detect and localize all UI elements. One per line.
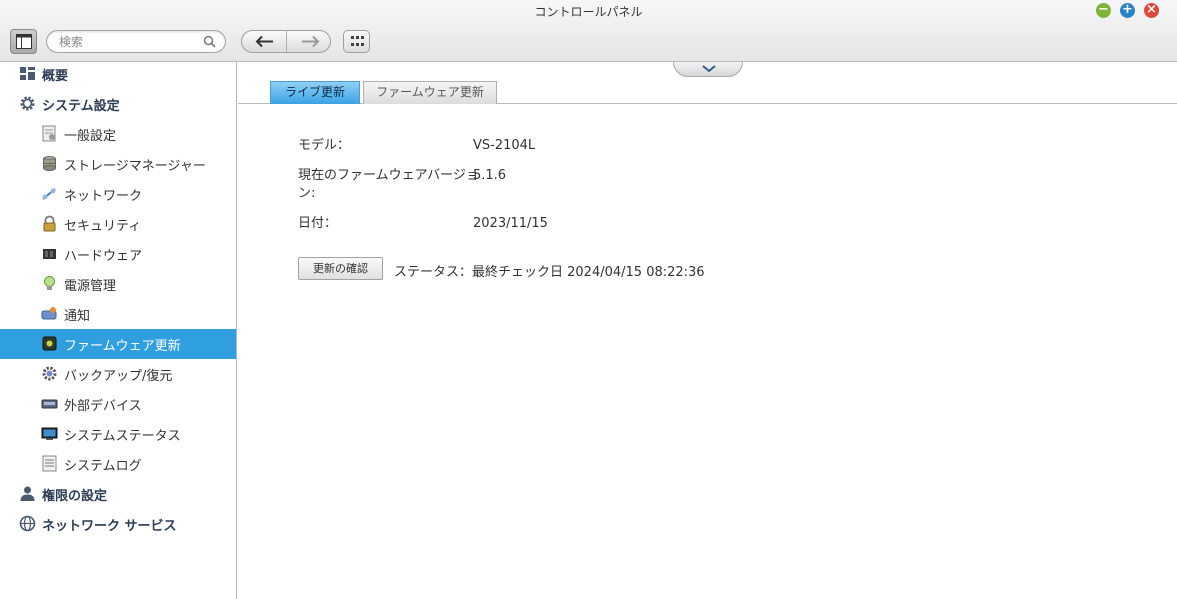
check-update-button[interactable]: 更新の確認 [298, 257, 383, 280]
sidebar-item-power-management[interactable]: 電源管理 [0, 269, 236, 299]
sidebar-item-network-services[interactable]: ネットワーク サービス [0, 509, 236, 539]
arrow-left-icon [255, 35, 273, 48]
close-icon: × [1146, 2, 1157, 17]
hardware-icon [43, 249, 56, 259]
model-value: VS-2104L [473, 138, 536, 153]
search-box [46, 30, 226, 53]
firmware-version-label-line1: 現在のファームウェアバージョ [298, 168, 479, 183]
search-input[interactable] [59, 34, 199, 50]
sidebar-item-firmware-update[interactable]: ファームウェア更新 [0, 329, 236, 359]
monitor-icon [41, 427, 58, 440]
sidebar-item-system-log[interactable]: システムログ [0, 449, 236, 479]
minimize-button[interactable]: − [1096, 3, 1111, 18]
tab-live-update[interactable]: ライブ更新 [270, 81, 360, 104]
forward-button[interactable] [287, 31, 330, 52]
network-icon [42, 188, 56, 200]
title-bar: コントロールパネル − + × [0, 0, 1177, 62]
sidebar-item-notification[interactable]: 通知 [0, 299, 236, 329]
sidebar-item-label: ネットワーク [64, 189, 143, 204]
lock-icon [43, 215, 56, 232]
sidebar-item-system-settings[interactable]: システム設定 [0, 89, 236, 119]
sidebar-item-label: 外部デバイス [64, 399, 142, 414]
globe-icon [19, 515, 36, 532]
collapse-toolbar-button[interactable] [673, 62, 743, 77]
firmware-version-value: 5.1.6 [473, 168, 507, 183]
sidebar-toggle-button[interactable] [10, 29, 37, 54]
tab-firmware-update[interactable]: ファームウェア更新 [363, 81, 497, 104]
chevron-down-icon [702, 65, 716, 73]
overview-grid-icon [20, 67, 35, 80]
sidebar-item-label: 権限の設定 [42, 489, 108, 504]
lightbulb-icon [44, 276, 55, 290]
search-icon[interactable] [203, 35, 216, 48]
notification-icon [41, 307, 57, 320]
close-button[interactable]: × [1144, 3, 1159, 18]
minus-icon: − [1098, 2, 1109, 17]
sidebar-item-label: ストレージマネージャー [64, 159, 206, 174]
backup-restore-icon [42, 366, 57, 381]
plus-icon: + [1122, 2, 1133, 17]
sidebar-item-label: システム設定 [42, 99, 120, 114]
sidebar-item-label: 概要 [42, 69, 69, 84]
arrow-right-icon [302, 35, 320, 48]
tab-bar: ライブ更新 ファームウェア更新 [238, 80, 1177, 104]
maximize-button[interactable]: + [1120, 3, 1135, 18]
sidebar-item-label: ファームウェア更新 [64, 339, 181, 354]
sidebar-item-system-status[interactable]: システムステータス [0, 419, 236, 449]
back-button[interactable] [242, 31, 287, 52]
main-panel: ライブ更新 ファームウェア更新 モデル： VS-2104L 現在のファームウェア… [238, 62, 1177, 599]
sidebar-item-label: システムログ [64, 459, 142, 474]
firmware-chip-icon [42, 336, 57, 351]
grid-dots-icon [351, 36, 364, 46]
sidebar-item-label: 通知 [64, 309, 91, 324]
storage-disks-icon [43, 156, 56, 171]
sidebar-item-external-device[interactable]: 外部デバイス [0, 389, 236, 419]
window-title: コントロールパネル [534, 5, 643, 19]
sidebar-item-label: ネットワーク サービス [42, 519, 177, 534]
sidebar-item-privilege-settings[interactable]: 権限の設定 [0, 479, 236, 509]
sidebar-layout-icon [16, 34, 32, 49]
log-icon [42, 455, 57, 472]
firmware-version-label-line2: ン: [298, 186, 316, 201]
sidebar-item-label: 一般設定 [64, 129, 117, 144]
external-device-icon [41, 399, 58, 409]
date-label: 日付： [298, 216, 338, 231]
sidebar-item-label: 電源管理 [64, 279, 117, 294]
user-icon [20, 486, 35, 501]
sidebar-item-backup-restore[interactable]: バックアップ/復元 [0, 359, 236, 389]
history-nav [241, 30, 331, 53]
sidebar-item-label: セキュリティ [64, 219, 142, 234]
model-label: モデル： [298, 138, 351, 153]
sidebar-item-label: バックアップ/復元 [64, 369, 173, 384]
sidebar-item-hardware[interactable]: ハードウェア [0, 239, 236, 269]
sidebar-item-network[interactable]: ネットワーク [0, 179, 236, 209]
sidebar-item-label: ハードウェア [64, 249, 143, 264]
apps-menu-button[interactable] [343, 30, 370, 53]
sidebar: 概要 システム設定 一般設定 ストレージマネージャー ネットワーク セキュリティ… [0, 62, 237, 599]
sidebar-item-general-settings[interactable]: 一般設定 [0, 119, 236, 149]
status-text: ステータス：最終チェック日 2024/04/15 08:22:36 [394, 265, 705, 280]
general-settings-icon [42, 125, 56, 142]
sidebar-item-security[interactable]: セキュリティ [0, 209, 236, 239]
gear-icon [20, 96, 35, 111]
sidebar-item-label: システムステータス [64, 429, 181, 444]
sidebar-item-storage-manager[interactable]: ストレージマネージャー [0, 149, 236, 179]
date-value: 2023/11/15 [473, 216, 548, 231]
sidebar-item-overview[interactable]: 概要 [0, 59, 236, 89]
